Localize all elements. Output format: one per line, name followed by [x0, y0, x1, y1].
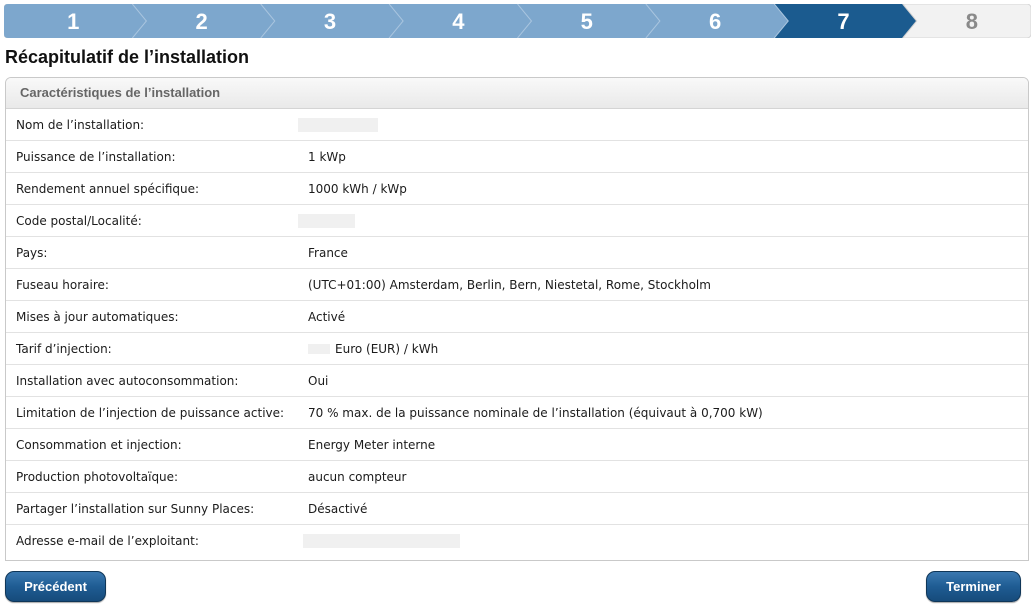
step-number-8: 8 — [966, 9, 978, 34]
row-value: France — [308, 245, 348, 260]
row-value: Oui — [308, 373, 329, 388]
summary-row-yield: Rendement annuel spécifique: 1000 kWh / … — [6, 173, 1028, 205]
tariff-unit: Euro (EUR) / kWh — [335, 341, 439, 356]
row-value: Energy Meter interne — [308, 437, 436, 452]
row-label: Pays: — [16, 245, 48, 260]
row-label: Puissance de l’installation: — [16, 149, 176, 164]
step-number-2: 2 — [195, 9, 207, 34]
step-number-5: 5 — [581, 9, 593, 34]
row-value: Euro (EUR) / kWh — [298, 342, 438, 356]
redacted-value — [298, 213, 355, 228]
summary-row-pv-production: Production photovoltaïque: aucun compteu… — [6, 461, 1028, 493]
installation-summary-panel: Caractéristiques de l’installation Nom d… — [5, 77, 1029, 561]
finish-button[interactable]: Terminer — [926, 571, 1021, 602]
summary-row-consumption-feed-in: Consommation et injection: Energy Meter … — [6, 429, 1028, 461]
step-number-7: 7 — [837, 9, 849, 34]
row-label: Limitation de l’injection de puissance a… — [16, 405, 285, 420]
summary-row-feed-in-tariff: Tarif d’injection: Euro (EUR) / kWh — [6, 333, 1028, 365]
row-label: Installation avec autoconsommation: — [16, 373, 239, 388]
step-number-4: 4 — [452, 9, 465, 34]
summary-row-self-consumption: Installation avec autoconsommation: Oui — [6, 365, 1028, 397]
row-label: Rendement annuel spécifique: — [16, 181, 200, 196]
redacted-value — [303, 534, 460, 549]
row-label: Tarif d’injection: — [16, 341, 112, 356]
page-title: Récapitulatif de l’installation — [5, 47, 250, 67]
summary-row-country: Pays: France — [6, 237, 1028, 269]
summary-row-postal-code: Code postal/Localité: — [6, 205, 1028, 237]
row-value — [298, 117, 378, 132]
row-value — [298, 213, 355, 228]
redacted-value — [308, 344, 330, 354]
row-label: Production photovoltaïque: — [16, 469, 179, 484]
row-label: Mises à jour automatiques: — [16, 309, 179, 324]
summary-row-power-limitation: Limitation de l’injection de puissance a… — [6, 397, 1028, 429]
summary-row-operator-email: Adresse e-mail de l’exploitant: — [6, 525, 1028, 557]
row-label: Nom de l’installation: — [16, 117, 145, 132]
summary-row-sunny-places: Partager l’installation sur Sunny Places… — [6, 493, 1028, 525]
step-number-3: 3 — [324, 9, 336, 34]
previous-button[interactable]: Précédent — [5, 571, 106, 602]
row-value: Activé — [308, 309, 346, 324]
row-label: Partager l’installation sur Sunny Places… — [16, 501, 255, 516]
row-label: Adresse e-mail de l’exploitant: — [16, 534, 199, 548]
row-value: 1000 kWh / kWp — [308, 181, 407, 196]
row-value — [298, 534, 460, 549]
stepper-graphic: 1 2 3 4 5 6 7 8 — [4, 4, 1031, 38]
wizard-stepper: 1 2 3 4 5 6 7 8 — [4, 4, 1031, 38]
step-number-1: 1 — [67, 9, 79, 34]
row-value: 1 kWp — [308, 149, 346, 164]
summary-row-name: Nom de l’installation: — [6, 109, 1028, 141]
row-label: Code postal/Localité: — [16, 213, 142, 228]
row-value: (UTC+01:00) Amsterdam, Berlin, Bern, Nie… — [308, 277, 711, 292]
row-label: Consommation et injection: — [16, 437, 182, 452]
row-value: Désactivé — [308, 501, 368, 516]
redacted-value — [298, 117, 378, 132]
row-value: 70 % max. de la puissance nominale de l’… — [308, 405, 763, 420]
summary-row-timezone: Fuseau horaire: (UTC+01:00) Amsterdam, B… — [6, 269, 1028, 301]
panel-header: Caractéristiques de l’installation — [6, 78, 1028, 109]
summary-list: Nom de l’installation: Puissance de l’in… — [6, 109, 1028, 557]
step-number-6: 6 — [709, 9, 721, 34]
summary-row-power: Puissance de l’installation: 1 kWp — [6, 141, 1028, 173]
row-value: aucun compteur — [308, 469, 407, 484]
summary-row-auto-updates: Mises à jour automatiques: Activé — [6, 301, 1028, 333]
row-label: Fuseau horaire: — [16, 277, 109, 292]
